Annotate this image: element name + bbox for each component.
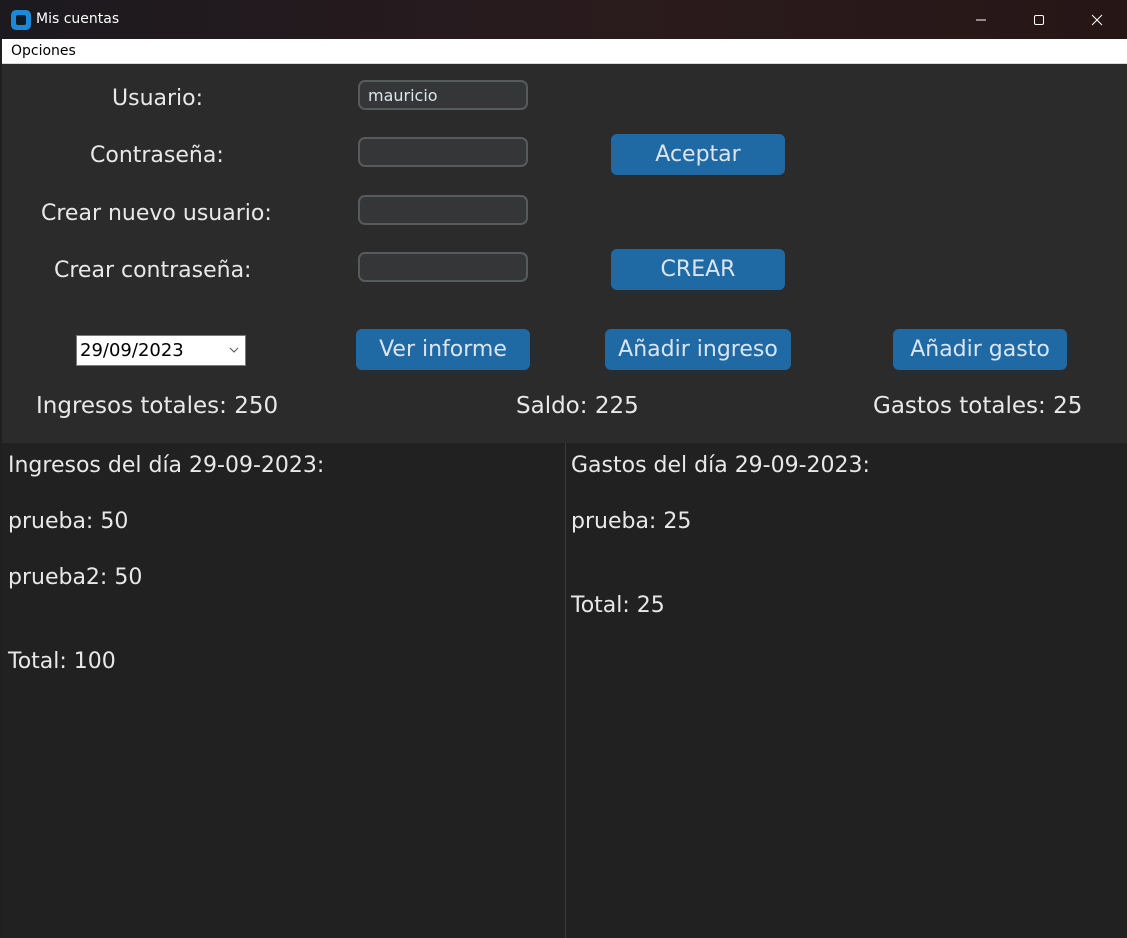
list-item: prueba2: 50 xyxy=(8,565,143,590)
ingresos-total: Total: 100 xyxy=(8,649,116,674)
anadir-ingreso-button[interactable]: Añadir ingreso xyxy=(605,329,791,370)
contrasena-input[interactable] xyxy=(358,137,528,167)
ingresos-panel-title: Ingresos del día 29-09-2023: xyxy=(8,453,325,478)
usuario-input[interactable] xyxy=(358,80,528,110)
date-value: 29/09/2023 xyxy=(80,340,184,361)
gastos-panel-title: Gastos del día 29-09-2023: xyxy=(571,453,870,478)
anadir-gasto-button[interactable]: Añadir gasto xyxy=(893,329,1067,370)
title-bar: Mis cuentas xyxy=(0,0,1127,39)
list-item: prueba: 25 xyxy=(571,509,692,534)
app-icon xyxy=(11,10,31,30)
minimize-icon[interactable] xyxy=(952,0,1010,39)
ingresos-panel: Ingresos del día 29-09-2023: prueba: 50 … xyxy=(2,443,565,938)
crear-usuario-label: Crear nuevo usuario: xyxy=(41,201,272,226)
menu-bar: Opciones xyxy=(2,39,1127,64)
date-picker[interactable]: 29/09/2023 xyxy=(76,335,246,366)
crear-button[interactable]: CREAR xyxy=(611,249,785,290)
menu-item-opciones[interactable]: Opciones xyxy=(11,43,76,59)
chevron-down-icon xyxy=(229,347,239,353)
close-icon[interactable] xyxy=(1068,0,1126,39)
crear-usuario-input[interactable] xyxy=(358,195,528,225)
maximize-icon[interactable] xyxy=(1010,0,1068,39)
list-item: prueba: 50 xyxy=(8,509,129,534)
contrasena-label: Contraseña: xyxy=(90,143,224,168)
gastos-total: Total: 25 xyxy=(571,593,665,618)
login-form-area: Usuario: Contraseña: Aceptar Crear nuevo… xyxy=(2,64,1127,443)
gastos-panel: Gastos del día 29-09-2023: prueba: 25 To… xyxy=(566,443,1127,938)
crear-contrasena-label: Crear contraseña: xyxy=(54,258,252,283)
gastos-totales-label: Gastos totales: 25 xyxy=(873,393,1083,419)
aceptar-button[interactable]: Aceptar xyxy=(611,134,785,175)
ingresos-totales-label: Ingresos totales: 250 xyxy=(36,393,279,419)
window-title: Mis cuentas xyxy=(36,11,120,27)
saldo-label: Saldo: 225 xyxy=(516,393,639,419)
usuario-label: Usuario: xyxy=(112,86,204,111)
ver-informe-button[interactable]: Ver informe xyxy=(356,329,530,370)
crear-contrasena-input[interactable] xyxy=(358,252,528,282)
